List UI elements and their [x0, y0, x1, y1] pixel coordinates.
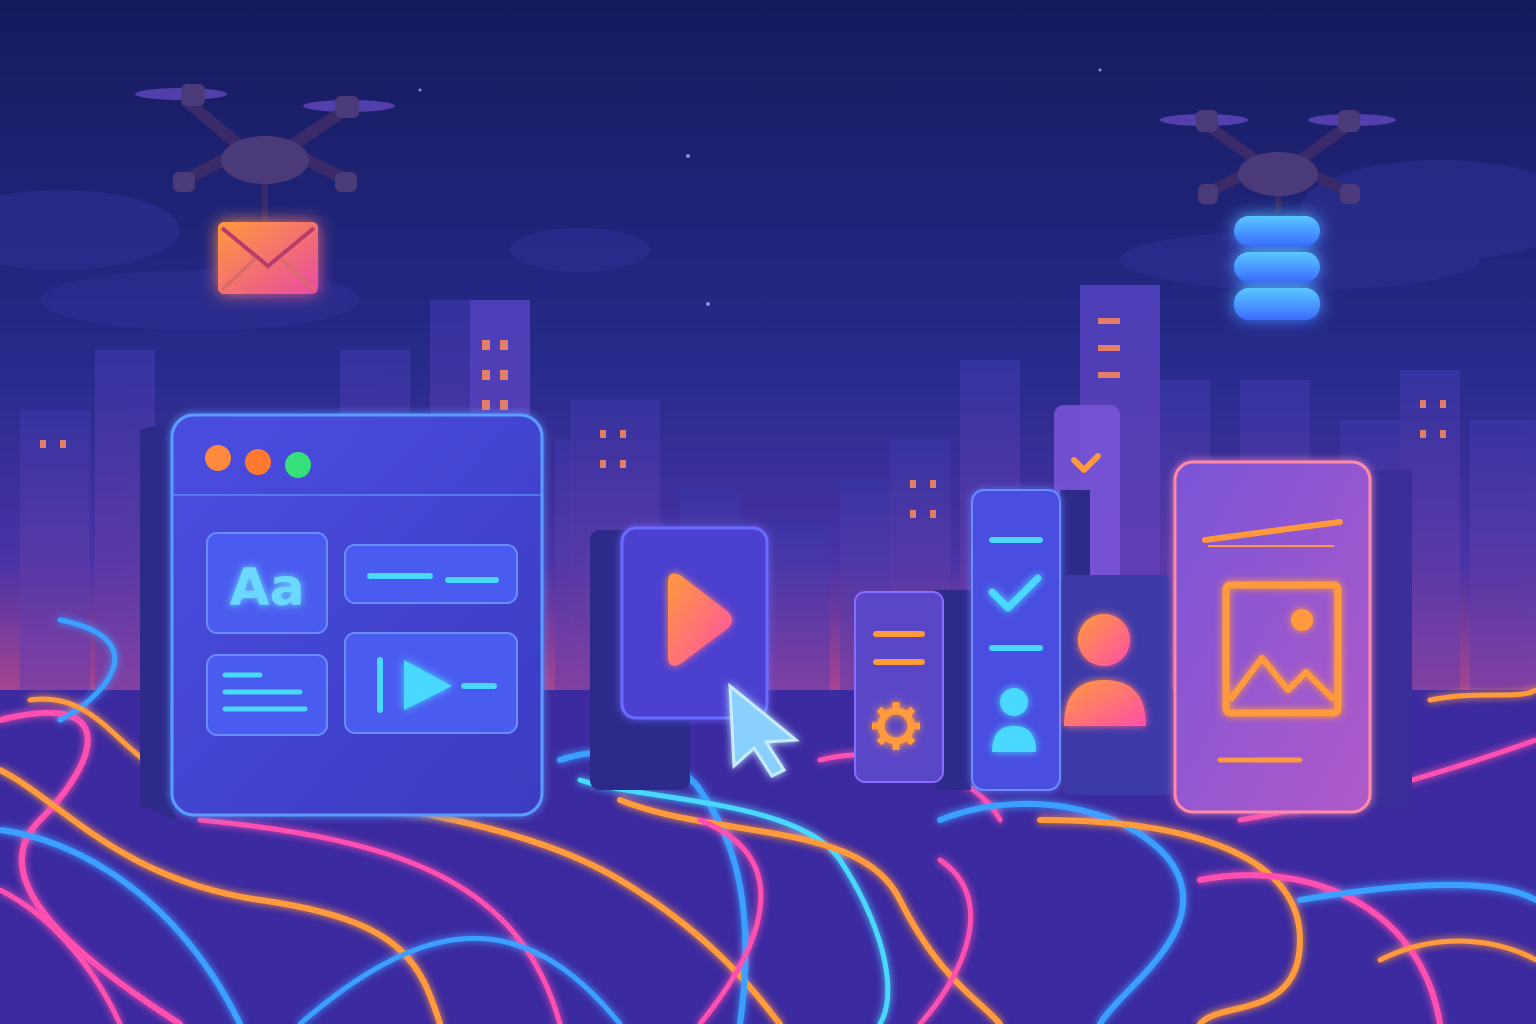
paragraph-tile[interactable]	[206, 654, 328, 736]
browser-window: Aa	[140, 413, 544, 820]
settings-card[interactable]	[854, 591, 944, 783]
database-icon	[1234, 216, 1320, 320]
settings-tower	[854, 590, 971, 790]
image-frame	[1208, 545, 1334, 547]
font-sample: Aa	[229, 558, 304, 618]
window-dot-1[interactable]	[205, 445, 231, 471]
city-scene: Aa	[0, 0, 1536, 1024]
window-dot-2[interactable]	[245, 449, 271, 475]
envelope-icon	[218, 222, 318, 294]
window-dot-3[interactable]	[285, 452, 311, 478]
gallery-tower	[1173, 460, 1412, 814]
